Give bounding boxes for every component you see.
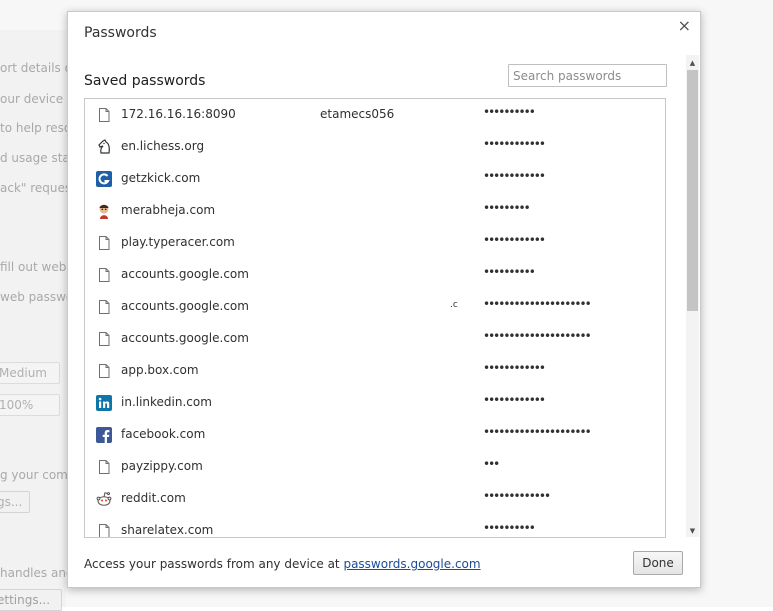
site-name: payzippy.com [121, 459, 203, 473]
site-name: app.box.com [121, 363, 199, 377]
passwords-dialog: Passwords × Saved passwords 172.16.16.16… [67, 11, 701, 588]
scroll-down-arrow-icon[interactable]: ▼ [686, 525, 699, 537]
list-item[interactable]: accounts.google.com .c •••••••••••••••••… [85, 291, 665, 323]
settings-text: to help resol [0, 121, 75, 135]
generic-file-icon [96, 299, 112, 315]
generic-file-icon [96, 523, 112, 537]
list-item[interactable]: in.linkedin.com •••••••••••• [85, 387, 665, 419]
password-mask: •••••••••• [483, 105, 536, 119]
page-zoom-select[interactable]: 100% [0, 394, 60, 416]
list-item[interactable]: 172.16.16.16:8090 etamecs056 •••••••••• [85, 99, 665, 131]
password-mask: ••••••••••••••••••••• [483, 297, 592, 311]
site-name: 172.16.16.16:8090 [121, 107, 236, 121]
section-title: Saved passwords [84, 73, 206, 89]
scroll-thumb[interactable] [687, 70, 698, 311]
scrollbar[interactable]: ▲ ▼ [686, 55, 699, 537]
list-item[interactable]: payzippy.com ••• [85, 451, 665, 483]
list-item[interactable]: play.typeracer.com •••••••••••• [85, 227, 665, 259]
list-item[interactable]: merabheja.com ••••••••• [85, 195, 665, 227]
lichess-icon [96, 139, 112, 155]
site-name: in.linkedin.com [121, 395, 212, 409]
site-name: play.typeracer.com [121, 235, 235, 249]
reddit-icon [96, 491, 112, 507]
list-item[interactable]: sharelatex.com •••••••••• [85, 515, 665, 537]
list-item[interactable]: getzkick.com •••••••••••• [85, 163, 665, 195]
close-icon[interactable]: × [678, 18, 691, 34]
settings-button[interactable]: ettings... [0, 589, 62, 611]
dialog-title: Passwords [84, 25, 157, 41]
saved-passwords-list: 172.16.16.16:8090 etamecs056 •••••••••• … [84, 98, 666, 538]
settings-text: ack" request [0, 181, 76, 195]
username: .c [450, 300, 458, 310]
site-name: en.lichess.org [121, 139, 205, 153]
password-mask: ••••••••••••••••••••• [483, 425, 592, 439]
search-input[interactable] [508, 64, 667, 87]
password-mask: •••••••••• [483, 521, 536, 535]
list-item[interactable]: app.box.com •••••••••••• [85, 355, 665, 387]
settings-text: ort details of [0, 61, 77, 75]
site-name: facebook.com [121, 427, 206, 441]
site-name: reddit.com [121, 491, 186, 505]
linkedin-icon [96, 395, 112, 411]
generic-file-icon [96, 363, 112, 379]
password-mask: •••••••••••• [483, 137, 546, 151]
password-mask: •••••••••• [483, 265, 536, 279]
password-mask: •••••••••••• [483, 169, 546, 183]
generic-file-icon [96, 235, 112, 251]
list-item[interactable]: en.lichess.org •••••••••••• [85, 131, 665, 163]
passwords-google-link[interactable]: passwords.google.com [343, 557, 480, 571]
site-name: accounts.google.com [121, 267, 249, 281]
site-name: merabheja.com [121, 203, 216, 217]
password-mask: ••••••••• [483, 201, 531, 215]
list-item[interactable]: reddit.com ••••••••••••• [85, 483, 665, 515]
list-item[interactable]: facebook.com ••••••••••••••••••••• [85, 419, 665, 451]
generic-file-icon [96, 459, 112, 475]
font-size-select[interactable]: Medium [0, 362, 60, 384]
merabheja-avatar-icon [96, 203, 112, 219]
password-mask: ••• [483, 457, 500, 471]
facebook-icon [96, 427, 112, 443]
password-mask: •••••••••••• [483, 233, 546, 247]
footer-note: Access your passwords from any device at… [84, 557, 481, 571]
generic-file-icon [96, 331, 112, 347]
username: etamecs056 [320, 107, 395, 121]
list-item[interactable]: accounts.google.com •••••••••• [85, 259, 665, 291]
settings-button[interactable]: gs... [0, 491, 30, 513]
settings-text: g your comp [0, 468, 76, 482]
list-item[interactable]: accounts.google.com ••••••••••••••••••••… [85, 323, 665, 355]
site-name: getzkick.com [121, 171, 201, 185]
generic-file-icon [96, 107, 112, 123]
done-button[interactable]: Done [633, 551, 683, 575]
footer-text: Access your passwords from any device at [84, 557, 344, 571]
password-mask: ••••••••••••• [483, 489, 551, 503]
scroll-up-arrow-icon[interactable]: ▲ [686, 57, 699, 69]
site-name: accounts.google.com [121, 331, 249, 345]
getzkick-icon [96, 171, 112, 187]
settings-column [0, 30, 66, 607]
site-name: accounts.google.com [121, 299, 249, 313]
password-mask: •••••••••••• [483, 393, 546, 407]
generic-file-icon [96, 267, 112, 283]
settings-text: web passwo [0, 290, 74, 304]
password-mask: ••••••••••••••••••••• [483, 329, 592, 343]
site-name: sharelatex.com [121, 523, 214, 537]
password-mask: •••••••••••• [483, 361, 546, 375]
